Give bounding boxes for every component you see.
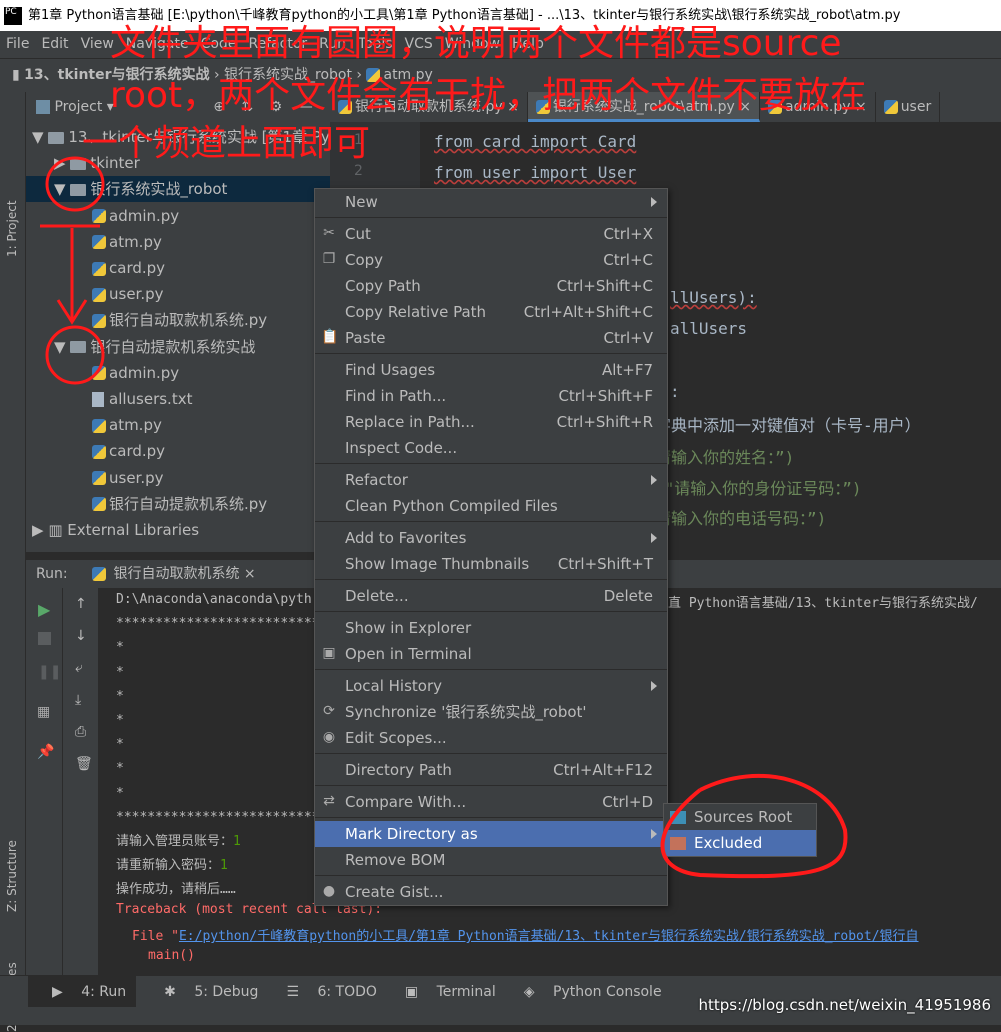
- annotation-text: root，两个文件会有干扰，把两个文件不要放在: [110, 75, 867, 116]
- annotation-circle: [660, 774, 848, 879]
- annotation-circle: [45, 325, 105, 385]
- annotation-circle: [45, 156, 105, 212]
- annotation-text: 一个频道上面即可: [82, 123, 371, 164]
- annotation-arrow: [40, 224, 100, 325]
- annotation-text: 文件夹里面有圆圈，说明两个文件都是source: [110, 23, 842, 64]
